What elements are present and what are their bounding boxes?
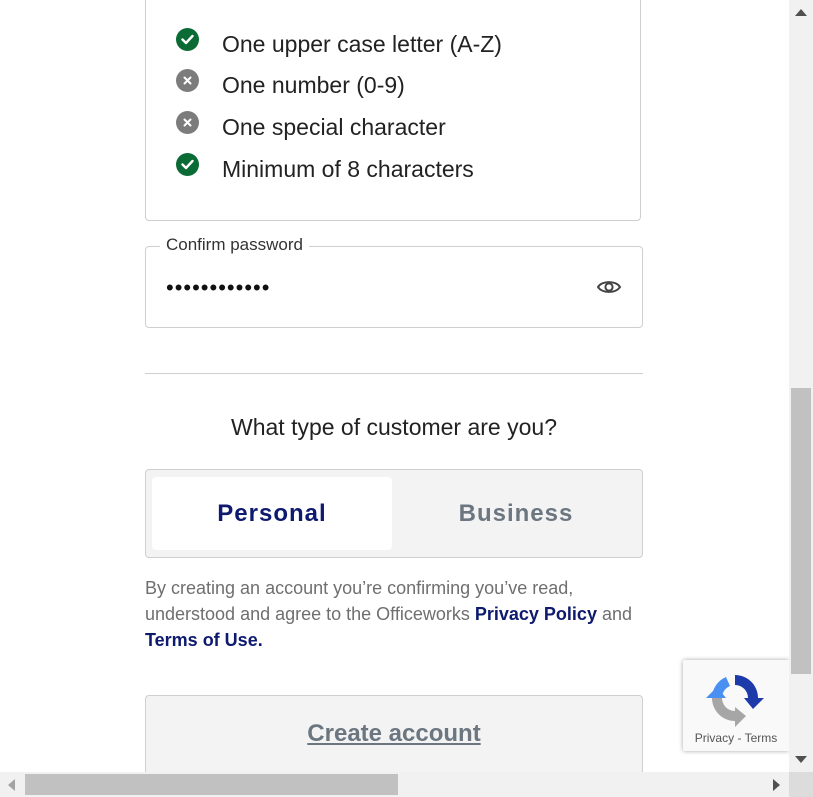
recaptcha-icon [706,675,764,727]
confirm-password-input[interactable]: •••••••••••• [166,275,270,301]
scroll-down-arrow-icon[interactable] [795,756,807,763]
horizontal-scroll-thumb[interactable] [25,774,398,795]
recaptcha-terms-link[interactable]: Terms [745,731,778,745]
page-viewport: One upper case letter (A-Z) One number (… [0,0,789,772]
requirement-label: One special character [222,114,446,140]
eye-icon[interactable] [596,276,622,298]
scrollbar-corner [789,772,813,797]
recaptcha-links: Privacy - Terms [683,731,789,745]
cross-icon [176,69,199,92]
scroll-right-arrow-icon[interactable] [773,779,780,791]
password-requirements-card: One upper case letter (A-Z) One number (… [145,0,641,221]
requirement-label: Minimum of 8 characters [222,156,474,182]
recaptcha-badge: Privacy - Terms [683,660,789,751]
recaptcha-privacy-link[interactable]: Privacy [695,731,734,745]
requirement-label: One number (0-9) [222,72,405,98]
confirm-password-label: Confirm password [160,235,309,255]
scroll-up-arrow-icon[interactable] [795,9,807,16]
horizontal-scrollbar[interactable] [0,772,789,797]
terms-of-use-link[interactable]: Terms of Use. [145,630,263,650]
vertical-scrollbar[interactable] [789,0,813,772]
personal-option[interactable]: Personal [152,477,392,550]
terms-and-text: and [596,604,633,624]
terms-statement: By creating an account you’re confirming… [145,575,645,653]
recaptcha-separator: - [734,731,745,745]
create-account-button[interactable]: Create account [145,695,643,772]
section-divider [145,373,643,374]
privacy-policy-link[interactable]: Privacy Policy [475,604,597,624]
confirm-password-field[interactable]: Confirm password •••••••••••• [145,235,643,328]
vertical-scroll-thumb[interactable] [791,388,811,674]
check-icon [176,153,199,176]
business-option[interactable]: Business [396,477,636,550]
customer-type-question: What type of customer are you? [231,414,557,440]
customer-type-toggle: Personal Business [145,469,643,558]
requirement-label: One upper case letter (A-Z) [222,31,502,57]
check-icon [176,28,199,51]
cross-icon [176,111,199,134]
scroll-left-arrow-icon[interactable] [8,779,15,791]
